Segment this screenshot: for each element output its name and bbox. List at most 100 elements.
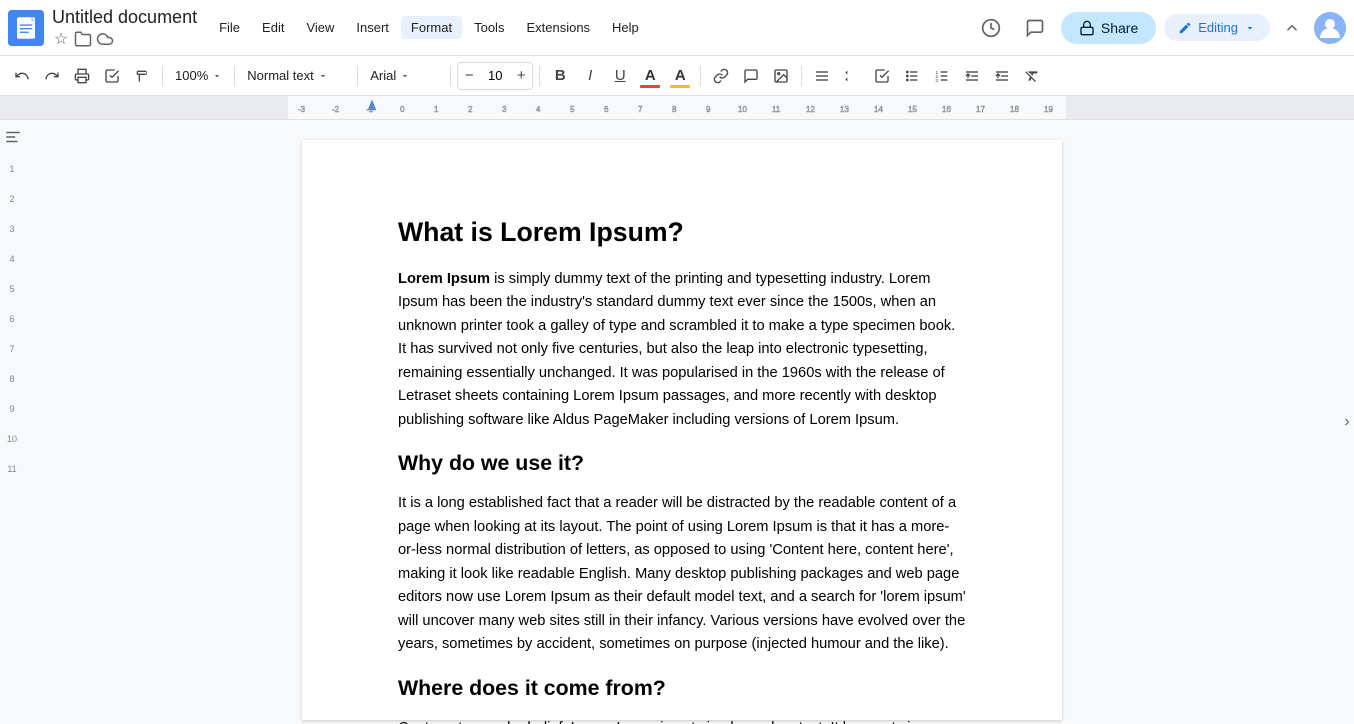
svg-text:19: 19 xyxy=(1044,105,1053,114)
insert-comment-button[interactable] xyxy=(737,62,765,90)
section-1-heading: What is Lorem Ipsum? xyxy=(398,212,966,252)
spellcheck-button[interactable] xyxy=(98,62,126,90)
section-2-heading: Why do we use it? xyxy=(398,448,966,480)
menu-help[interactable]: Help xyxy=(602,16,649,39)
numbered-list-button[interactable]: 1.2.3. xyxy=(928,62,956,90)
menu-extensions[interactable]: Extensions xyxy=(516,16,600,39)
font-size-decrease-button[interactable]: − xyxy=(458,63,480,89)
toolbar-separator-6 xyxy=(700,66,701,86)
share-label: Share xyxy=(1101,20,1138,36)
underline-button[interactable]: U xyxy=(606,62,634,90)
section-1-text: is simply dummy text of the printing and… xyxy=(398,271,955,428)
editing-mode-label: Editing xyxy=(1198,20,1238,35)
italic-button[interactable]: I xyxy=(576,62,604,90)
main-area: 1 2 3 4 5 6 7 8 9 10 11 What is Lorem Ip… xyxy=(0,120,1354,724)
toolbar-separator-7 xyxy=(801,66,802,86)
toolbar-separator-5 xyxy=(539,66,540,86)
svg-text:9: 9 xyxy=(706,105,711,114)
bullets-button[interactable] xyxy=(898,62,926,90)
menu-format[interactable]: Format xyxy=(401,16,462,39)
top-bar: Untitled document ☆ File Edit View Inser… xyxy=(0,0,1354,56)
collapse-toolbar-button[interactable] xyxy=(1278,14,1306,42)
expand-panel-button[interactable]: › xyxy=(1344,413,1349,431)
menu-insert[interactable]: Insert xyxy=(346,16,399,39)
svg-text:7: 7 xyxy=(638,105,643,114)
svg-text:10: 10 xyxy=(738,105,747,114)
comments-icon[interactable] xyxy=(1017,10,1053,46)
svg-text:12: 12 xyxy=(806,105,815,114)
right-panel: › xyxy=(1340,120,1354,724)
text-style-value: Normal text xyxy=(247,68,313,83)
insert-image-button[interactable] xyxy=(767,62,795,90)
svg-text:18: 18 xyxy=(1010,105,1019,114)
vertical-ruler: 1 2 3 4 5 6 7 8 9 10 11 xyxy=(0,120,24,724)
svg-text:3: 3 xyxy=(502,105,507,114)
text-color-button[interactable]: A xyxy=(636,62,664,90)
font-size-input[interactable] xyxy=(480,68,510,83)
svg-text:5: 5 xyxy=(570,105,575,114)
svg-text:3.: 3. xyxy=(936,78,940,83)
user-avatar[interactable] xyxy=(1314,12,1346,44)
section-1-paragraph: Lorem Ipsum is simply dummy text of the … xyxy=(398,268,966,432)
star-icon[interactable]: ☆ xyxy=(52,30,70,48)
svg-text:11: 11 xyxy=(772,105,781,114)
formatting-toolbar: 100% Normal text Arial − + B I U A A xyxy=(0,56,1354,96)
text-align-button[interactable] xyxy=(808,62,836,90)
left-margin: 1 2 3 4 5 6 7 8 9 10 11 xyxy=(0,120,24,724)
document-page[interactable]: What is Lorem Ipsum? Lorem Ipsum is simp… xyxy=(302,140,1062,720)
svg-text:-3: -3 xyxy=(298,105,306,114)
bold-button[interactable]: B xyxy=(546,62,574,90)
menu-file[interactable]: File xyxy=(209,16,250,39)
editing-mode-button[interactable]: Editing xyxy=(1164,14,1270,41)
toolbar-separator-4 xyxy=(450,66,451,86)
svg-text:4: 4 xyxy=(536,105,541,114)
indent-less-button[interactable] xyxy=(958,62,986,90)
history-icon[interactable] xyxy=(973,10,1009,46)
insert-link-button[interactable] xyxy=(707,62,735,90)
zoom-selector[interactable]: 100% xyxy=(169,62,228,90)
cloud-icon[interactable] xyxy=(96,30,114,48)
font-selector[interactable]: Arial xyxy=(364,62,444,90)
svg-text:-1: -1 xyxy=(366,105,374,114)
title-area: Untitled document ☆ xyxy=(52,7,197,49)
section-1-bold-prefix: Lorem Ipsum xyxy=(398,271,490,287)
svg-text:14: 14 xyxy=(874,105,883,114)
checklist-button[interactable] xyxy=(868,62,896,90)
folder-icon[interactable] xyxy=(74,30,92,48)
toolbar-separator-1 xyxy=(162,66,163,86)
menu-tools[interactable]: Tools xyxy=(464,16,514,39)
indent-more-button[interactable] xyxy=(988,62,1016,90)
section-2-paragraph: It is a long established fact that a rea… xyxy=(398,492,966,656)
top-right-area: Share Editing xyxy=(973,10,1346,46)
highlight-color-button[interactable]: A xyxy=(666,62,694,90)
document-title[interactable]: Untitled document xyxy=(52,7,197,29)
paint-format-button[interactable] xyxy=(128,62,156,90)
svg-text:13: 13 xyxy=(840,105,849,114)
undo-button[interactable] xyxy=(8,62,36,90)
menu-view[interactable]: View xyxy=(296,16,344,39)
line-spacing-button[interactable] xyxy=(838,62,866,90)
font-value: Arial xyxy=(370,68,396,83)
svg-text:6: 6 xyxy=(604,105,609,114)
clear-format-button[interactable] xyxy=(1018,62,1046,90)
font-size-increase-button[interactable]: + xyxy=(510,63,532,89)
zoom-value: 100% xyxy=(175,68,208,83)
svg-text:16: 16 xyxy=(942,105,951,114)
svg-text:0: 0 xyxy=(400,105,405,114)
docs-logo-icon xyxy=(8,10,44,46)
toolbar-separator-3 xyxy=(357,66,358,86)
font-size-area: − + xyxy=(457,62,533,90)
menu-bar: File Edit View Insert Format Tools Exten… xyxy=(209,16,649,39)
document-scroll-area[interactable]: What is Lorem Ipsum? Lorem Ipsum is simp… xyxy=(24,120,1340,724)
redo-button[interactable] xyxy=(38,62,66,90)
svg-text:15: 15 xyxy=(908,105,917,114)
section-3-heading: Where does it come from? xyxy=(398,673,966,705)
print-button[interactable] xyxy=(68,62,96,90)
svg-text:17: 17 xyxy=(976,105,985,114)
section-3-paragraph: Contrary to popular belief, Lorem Ipsum … xyxy=(398,717,966,724)
title-actions: ☆ xyxy=(52,30,197,48)
share-button[interactable]: Share xyxy=(1061,12,1156,44)
text-style-selector[interactable]: Normal text xyxy=(241,62,351,90)
ruler-marks: -3 -2 -1 0 1 2 3 4 5 6 7 8 9 10 11 12 13… xyxy=(0,96,1354,120)
menu-edit[interactable]: Edit xyxy=(252,16,294,39)
